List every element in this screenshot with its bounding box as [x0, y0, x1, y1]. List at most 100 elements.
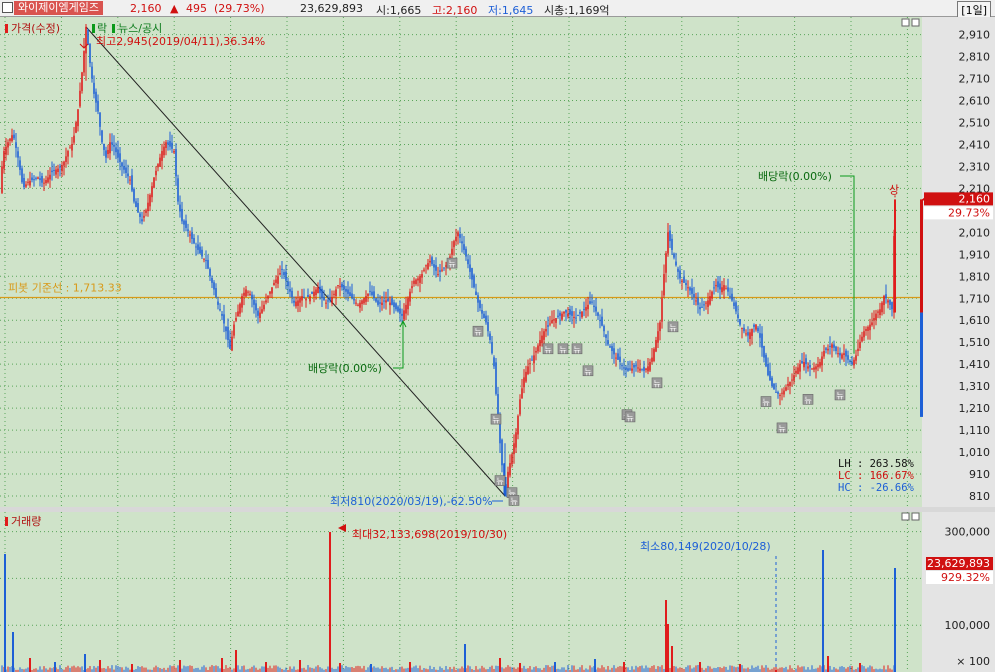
candle-body — [575, 317, 577, 319]
volume-bar — [77, 666, 79, 672]
candle-body — [715, 285, 717, 287]
candle-body — [729, 295, 731, 297]
panel-divider[interactable] — [0, 507, 995, 512]
volume-bar — [743, 668, 745, 672]
candle-body — [257, 310, 259, 316]
candle-body — [591, 301, 593, 303]
candle-body — [771, 377, 773, 387]
volume-bar — [27, 667, 29, 672]
candle-body — [177, 178, 179, 202]
volume-bar — [579, 667, 581, 672]
candle-body — [549, 323, 551, 325]
volume-bar — [745, 668, 747, 672]
candle-body — [71, 144, 73, 151]
volume-bar — [155, 665, 157, 672]
candle-body — [739, 319, 741, 325]
candle-body — [555, 318, 557, 323]
candle-body — [345, 288, 347, 292]
price-legend[interactable]: 가격(수정) — [11, 22, 60, 35]
candle-body — [283, 272, 285, 276]
candle-body — [811, 368, 813, 370]
candle-body — [95, 91, 97, 103]
volume-bar — [35, 668, 37, 672]
candle-body — [153, 177, 155, 188]
candle-body — [109, 142, 111, 154]
volume-spike — [29, 658, 31, 672]
candle-body — [683, 276, 685, 283]
candle-body — [201, 249, 203, 257]
volume-bar — [337, 666, 339, 672]
volume-bar — [799, 667, 801, 672]
candle-body — [473, 275, 475, 288]
volume-bar — [523, 665, 525, 672]
candle-body — [645, 368, 647, 370]
candle-body — [297, 300, 299, 306]
volume-bar — [829, 665, 831, 672]
volume-close-icon[interactable] — [911, 512, 920, 521]
candle-body — [79, 90, 81, 107]
volume-bar — [869, 665, 871, 672]
max-volume-annotation: 최대32,133,698(2019/10/30) — [352, 528, 507, 541]
candle-body — [799, 364, 801, 372]
volume-bar — [637, 667, 639, 672]
candle-body — [419, 276, 421, 283]
candle-body — [833, 344, 835, 348]
candle-body — [203, 258, 205, 260]
candle-body — [87, 30, 89, 46]
volume-bar — [707, 665, 709, 672]
volume-bar — [685, 667, 687, 672]
volume-bar — [73, 665, 75, 672]
candle-body — [665, 253, 667, 273]
volume-bar — [843, 667, 845, 672]
candle-body — [437, 274, 439, 276]
volume-bar — [253, 665, 255, 672]
candle-body — [865, 329, 867, 331]
drop-legend[interactable]: 락 — [97, 22, 107, 35]
volume-bar — [359, 666, 361, 672]
volume-bar — [751, 665, 753, 672]
candle-body — [439, 270, 441, 272]
news-badge-text: 뉴 — [653, 379, 660, 388]
news-badge-text: 뉴 — [544, 345, 551, 354]
volume-bar — [719, 667, 721, 672]
volume-bar — [389, 667, 391, 672]
close-icon[interactable] — [911, 18, 920, 27]
candle-body — [749, 332, 751, 340]
candle-body — [407, 298, 409, 310]
candle-body — [131, 175, 133, 191]
candle-body — [45, 180, 47, 184]
volume-bar — [549, 667, 551, 672]
volume-bar — [761, 665, 763, 672]
volume-bar — [59, 665, 61, 672]
minimize-icon[interactable] — [901, 18, 910, 27]
volume-bar — [755, 666, 757, 672]
candle-body — [621, 365, 623, 367]
candle-body — [123, 165, 125, 170]
stock-name[interactable]: 와이제이엠게임즈 — [14, 1, 103, 15]
price-tick-label: 1,210 — [959, 402, 991, 415]
news-legend[interactable]: 뉴스/공시 — [118, 22, 162, 35]
volume-bar — [75, 667, 77, 672]
price-tick-label: 1,010 — [959, 446, 991, 459]
candle-body — [477, 295, 479, 303]
candle-body — [127, 173, 129, 177]
volume-bar — [201, 666, 203, 672]
candle-body — [431, 257, 433, 265]
volume-minimize-icon[interactable] — [901, 512, 910, 521]
volume-bar — [621, 666, 623, 672]
candle-body — [211, 277, 213, 283]
stat-lc: LC : 166.67% — [838, 470, 915, 482]
candle-body — [301, 296, 303, 301]
candle-body — [483, 313, 485, 319]
volume-bar — [677, 668, 679, 672]
candle-body — [27, 181, 29, 183]
volume-legend[interactable]: 거래량 — [11, 515, 41, 528]
candle-body — [863, 331, 865, 338]
volume-bar — [573, 665, 575, 672]
candle-body — [367, 293, 369, 296]
select-checkbox[interactable] — [2, 2, 13, 13]
price-tick-label: 2,610 — [959, 94, 991, 107]
news-badge-text: 뉴 — [626, 413, 633, 422]
candle-body — [727, 287, 729, 292]
candle-body — [523, 377, 525, 388]
